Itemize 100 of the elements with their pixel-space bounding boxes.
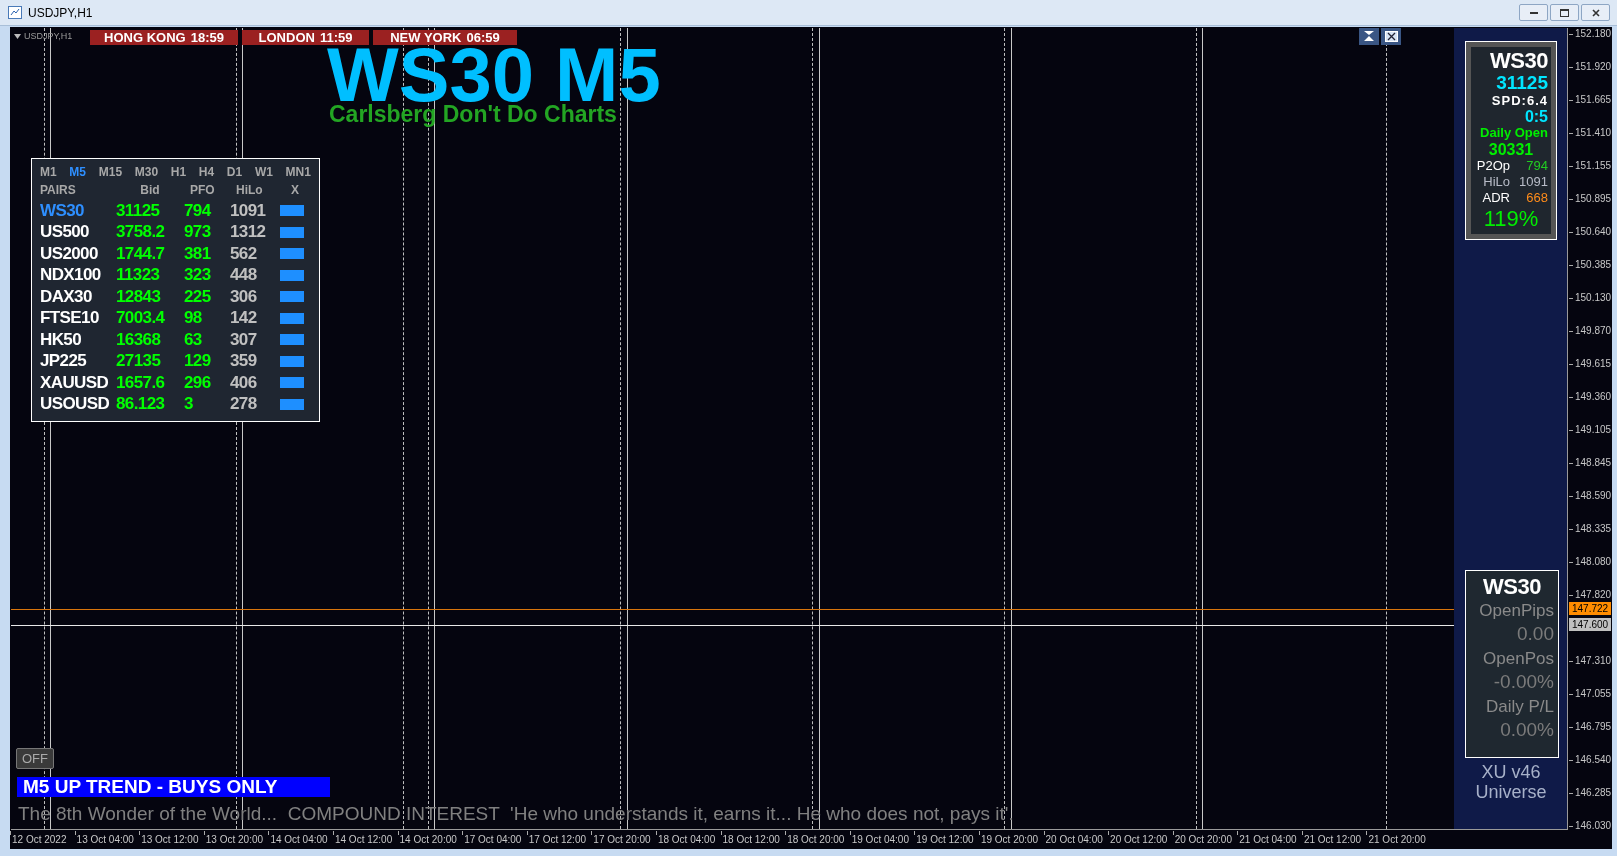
close-pair-button[interactable] <box>280 355 304 367</box>
percent-value: 119% <box>1483 206 1539 232</box>
timeframe-tab[interactable]: H1 <box>170 165 187 179</box>
pair-name[interactable]: WS30 <box>40 200 116 221</box>
symbol-name: WS30 <box>1490 49 1548 73</box>
pair-name[interactable]: DAX30 <box>40 286 116 307</box>
pair-name[interactable]: XAUUSD <box>40 372 116 393</box>
price-label: 150.640 <box>1575 226 1612 238</box>
timeframe-tab[interactable]: D1 <box>226 165 243 179</box>
column-header: HiLo <box>235 183 264 197</box>
time-label: 17 Oct 04:00 <box>464 834 522 846</box>
timeframe-tab[interactable]: M1 <box>40 165 57 179</box>
close-pair-button[interactable] <box>280 377 304 389</box>
pfo-value: 973 <box>184 222 212 243</box>
time-label: 17 Oct 12:00 <box>528 834 586 846</box>
minimize-icon <box>1529 11 1538 14</box>
product-name: Universe <box>1475 782 1547 802</box>
pfo-value: 381 <box>184 243 212 264</box>
pair-name[interactable]: JP225 <box>40 351 116 372</box>
price-label: 151.155 <box>1575 160 1612 172</box>
column-header: X <box>290 183 300 197</box>
time-label: 13 Oct 12:00 <box>141 834 199 846</box>
version-label: XU v46 <box>1481 762 1541 782</box>
stat-label: Daily P/L <box>1485 696 1554 718</box>
price-label: 150.385 <box>1575 259 1612 271</box>
time-label: 21 Oct 20:00 <box>1368 834 1426 846</box>
price-label: 149.615 <box>1575 358 1612 370</box>
price-tag: 147.722 <box>1569 602 1611 615</box>
close-pair-button[interactable] <box>280 205 304 217</box>
price-label: 149.105 <box>1575 424 1612 436</box>
trend-banner: M5 UP TREND - BUYS ONLY <box>17 777 330 797</box>
price-label: 148.335 <box>1575 523 1612 535</box>
clock-tag: LONDON 11:59 <box>242 30 369 45</box>
close-pair-button[interactable] <box>280 226 304 238</box>
bid-value: 11323 <box>116 265 161 286</box>
time-label: 18 Oct 12:00 <box>722 834 780 846</box>
time-label: 21 Oct 12:00 <box>1303 834 1362 846</box>
pair-name[interactable]: USOUSD <box>40 394 116 415</box>
price-label: 151.665 <box>1575 94 1612 106</box>
close-panel-button[interactable] <box>1381 28 1401 45</box>
close-icon <box>1384 31 1398 42</box>
timeframe-tab[interactable]: MN1 <box>285 165 311 179</box>
bid-value: 1744.7 <box>116 243 166 264</box>
close-pair-button[interactable] <box>280 248 304 260</box>
column-header: PAIRS <box>40 183 77 197</box>
bid-value: 16368 <box>116 329 162 350</box>
hilo-value: 1312 <box>230 222 267 243</box>
timeframe-tab[interactable]: H4 <box>198 165 215 179</box>
pair-name[interactable]: US500 <box>40 222 116 243</box>
close-pair-button[interactable] <box>280 398 304 410</box>
pair-name[interactable]: FTSE10 <box>40 308 116 329</box>
pair-name[interactable]: NDX100 <box>40 265 116 286</box>
column-header: Bid <box>139 183 161 197</box>
pair-name[interactable]: HK50 <box>40 329 116 350</box>
price-label: 148.845 <box>1575 457 1612 469</box>
chart-window-icon <box>8 6 22 19</box>
dropdown-icon[interactable] <box>14 34 21 40</box>
hilo-value: 562 <box>230 243 258 264</box>
stat-value: 794 <box>1525 158 1548 174</box>
toggle-button[interactable]: OFF <box>16 748 54 769</box>
bid-value: 7003.4 <box>116 308 166 329</box>
time-label: 20 Oct 20:00 <box>1174 834 1232 846</box>
pfo-value: 98 <box>184 308 203 329</box>
price-label: 150.895 <box>1575 193 1612 205</box>
close-pair-button[interactable] <box>280 291 304 303</box>
close-pair-button[interactable] <box>280 269 304 281</box>
price-value: 31125 <box>1496 73 1548 93</box>
time-label: 13 Oct 20:00 <box>205 834 264 846</box>
timeframe-tab[interactable]: M5 <box>69 165 87 179</box>
close-pair-button[interactable] <box>280 334 304 346</box>
symbol-name: WS30 <box>1483 574 1541 600</box>
timeframe-tab[interactable]: W1 <box>254 165 273 179</box>
time-label: 21 Oct 04:00 <box>1239 834 1297 846</box>
price-label: 151.410 <box>1575 127 1612 139</box>
bid-value: 27135 <box>116 351 162 372</box>
hilo-value: 142 <box>230 308 258 329</box>
time-label: 12 Oct 2022 <box>12 834 67 846</box>
countdown-value: 0:5 <box>1524 109 1548 125</box>
stat-label: OpenPips <box>1479 600 1554 622</box>
close-pair-button[interactable] <box>280 312 304 324</box>
restore-button[interactable] <box>1550 4 1579 21</box>
minimize-button[interactable] <box>1519 4 1548 21</box>
pair-name[interactable]: US2000 <box>40 243 116 264</box>
time-label: 20 Oct 12:00 <box>1110 834 1168 846</box>
price-label: 148.080 <box>1575 556 1612 568</box>
collapse-button[interactable] <box>1359 28 1379 45</box>
hilo-value: 359 <box>230 351 258 372</box>
close-icon <box>1591 8 1600 17</box>
spread-value: SPD:6.4 <box>1491 93 1548 109</box>
timeframe-tab[interactable]: M15 <box>98 165 123 179</box>
stat-value: 0.00% <box>1500 718 1554 742</box>
price-label: 146.285 <box>1575 787 1612 799</box>
time-label: 14 Oct 12:00 <box>334 834 393 846</box>
bid-value: 3758.2 <box>116 222 166 243</box>
price-label: 148.590 <box>1575 490 1612 502</box>
price-label: 146.540 <box>1575 754 1612 766</box>
bid-value: 12843 <box>116 286 162 307</box>
timeframe-tab[interactable]: M30 <box>134 165 159 179</box>
stat-value: -0.00% <box>1493 670 1554 694</box>
close-button[interactable] <box>1581 4 1610 21</box>
